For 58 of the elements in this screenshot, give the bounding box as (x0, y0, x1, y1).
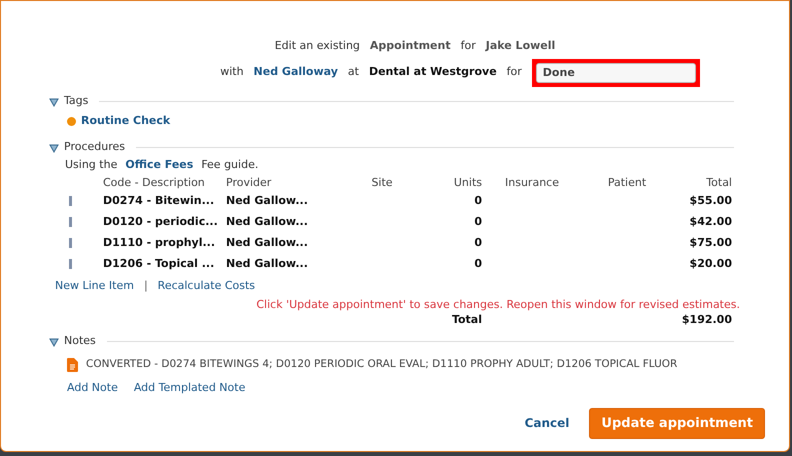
fee-guide-link[interactable]: Office Fees (125, 157, 194, 174)
column-header: Total (705, 174, 732, 190)
table-cell-text: Ned Gallow... (225, 256, 309, 272)
table-cell-text: 0 (473, 234, 482, 251)
column-header: Units (452, 174, 482, 190)
total-label: Total (450, 312, 482, 328)
header-text: Jake Lowell (486, 38, 556, 54)
add-templated-note-link[interactable]: Add Templated Note (134, 380, 246, 397)
table-cell-text: $20.00 (688, 256, 732, 272)
total-value: $192.00 (680, 312, 732, 328)
recalculate-costs-link[interactable]: Recalculate Costs (158, 278, 256, 295)
drag-handle-icon[interactable] (69, 196, 72, 206)
warning-text: Click 'Update appointment' to save changes. Reopen this window for revised estimates. (255, 296, 740, 312)
table-cell-text: Ned Gallow... (225, 192, 309, 209)
new-line-item-link[interactable]: New Line Item (55, 278, 134, 295)
header-text: Appointment (370, 38, 451, 54)
column-header: Insurance (504, 174, 560, 190)
expanded-triangle-icon[interactable] (49, 336, 59, 346)
drag-handle-icon[interactable] (69, 238, 72, 248)
header-text: for (460, 38, 476, 54)
fee-guide-text: Fee guide. (201, 157, 258, 174)
add-note-link[interactable]: Add Note (67, 380, 118, 397)
drag-handle-icon[interactable] (69, 259, 72, 269)
table-cell-text: D0274 - Bitewin... (102, 192, 216, 209)
section-title: Notes (64, 333, 96, 350)
fee-guide-text: Using the (65, 157, 118, 174)
table-cell-text: $55.00 (688, 192, 732, 209)
link-separator: | (144, 278, 148, 294)
provider-link[interactable]: Ned Galloway (254, 64, 338, 81)
section-title: Procedures (64, 139, 125, 156)
table-cell-text: Ned Gallow... (225, 214, 309, 230)
table-cell-text: Ned Gallow... (225, 234, 309, 251)
expanded-triangle-icon[interactable] (49, 96, 59, 106)
table-cell-text: $75.00 (688, 234, 732, 251)
document-icon (67, 358, 78, 372)
column-header: Patient (606, 174, 648, 190)
header-text: Edit an existing (274, 38, 360, 54)
table-cell-text: 0 (473, 214, 482, 230)
column-header: Code - Description (102, 174, 206, 190)
table-cell-text: 0 (473, 256, 482, 272)
note-text: CONVERTED - D0274 BITEWINGS 4; D0120 PERIODIC ORAL EVAL; D1110 PROPHY ADULT; D1206 TOPICAL FLUOR (86, 356, 678, 372)
column-header: Provider (225, 174, 272, 190)
header-text: with (220, 64, 244, 80)
header-text: at (348, 64, 359, 80)
drag-handle-icon[interactable] (69, 217, 72, 227)
header-text: for (506, 64, 522, 80)
status-field[interactable]: Done (536, 62, 696, 82)
cancel-button[interactable]: Cancel (524, 414, 570, 432)
table-cell-text: $42.00 (688, 214, 732, 230)
expanded-triangle-icon[interactable] (49, 142, 59, 152)
table-cell-text: D1110 - prophyl... (102, 234, 216, 251)
table-cell-text: D0120 - periodic... (102, 214, 219, 230)
column-header: Site (370, 174, 394, 190)
header-text: Dental at Westgrove (368, 64, 497, 80)
section-title: Tags (64, 93, 88, 110)
tag-link[interactable]: Routine Check (81, 113, 170, 130)
table-cell-text: D1206 - Topical ... (102, 256, 216, 272)
table-cell-text: 0 (473, 192, 482, 209)
